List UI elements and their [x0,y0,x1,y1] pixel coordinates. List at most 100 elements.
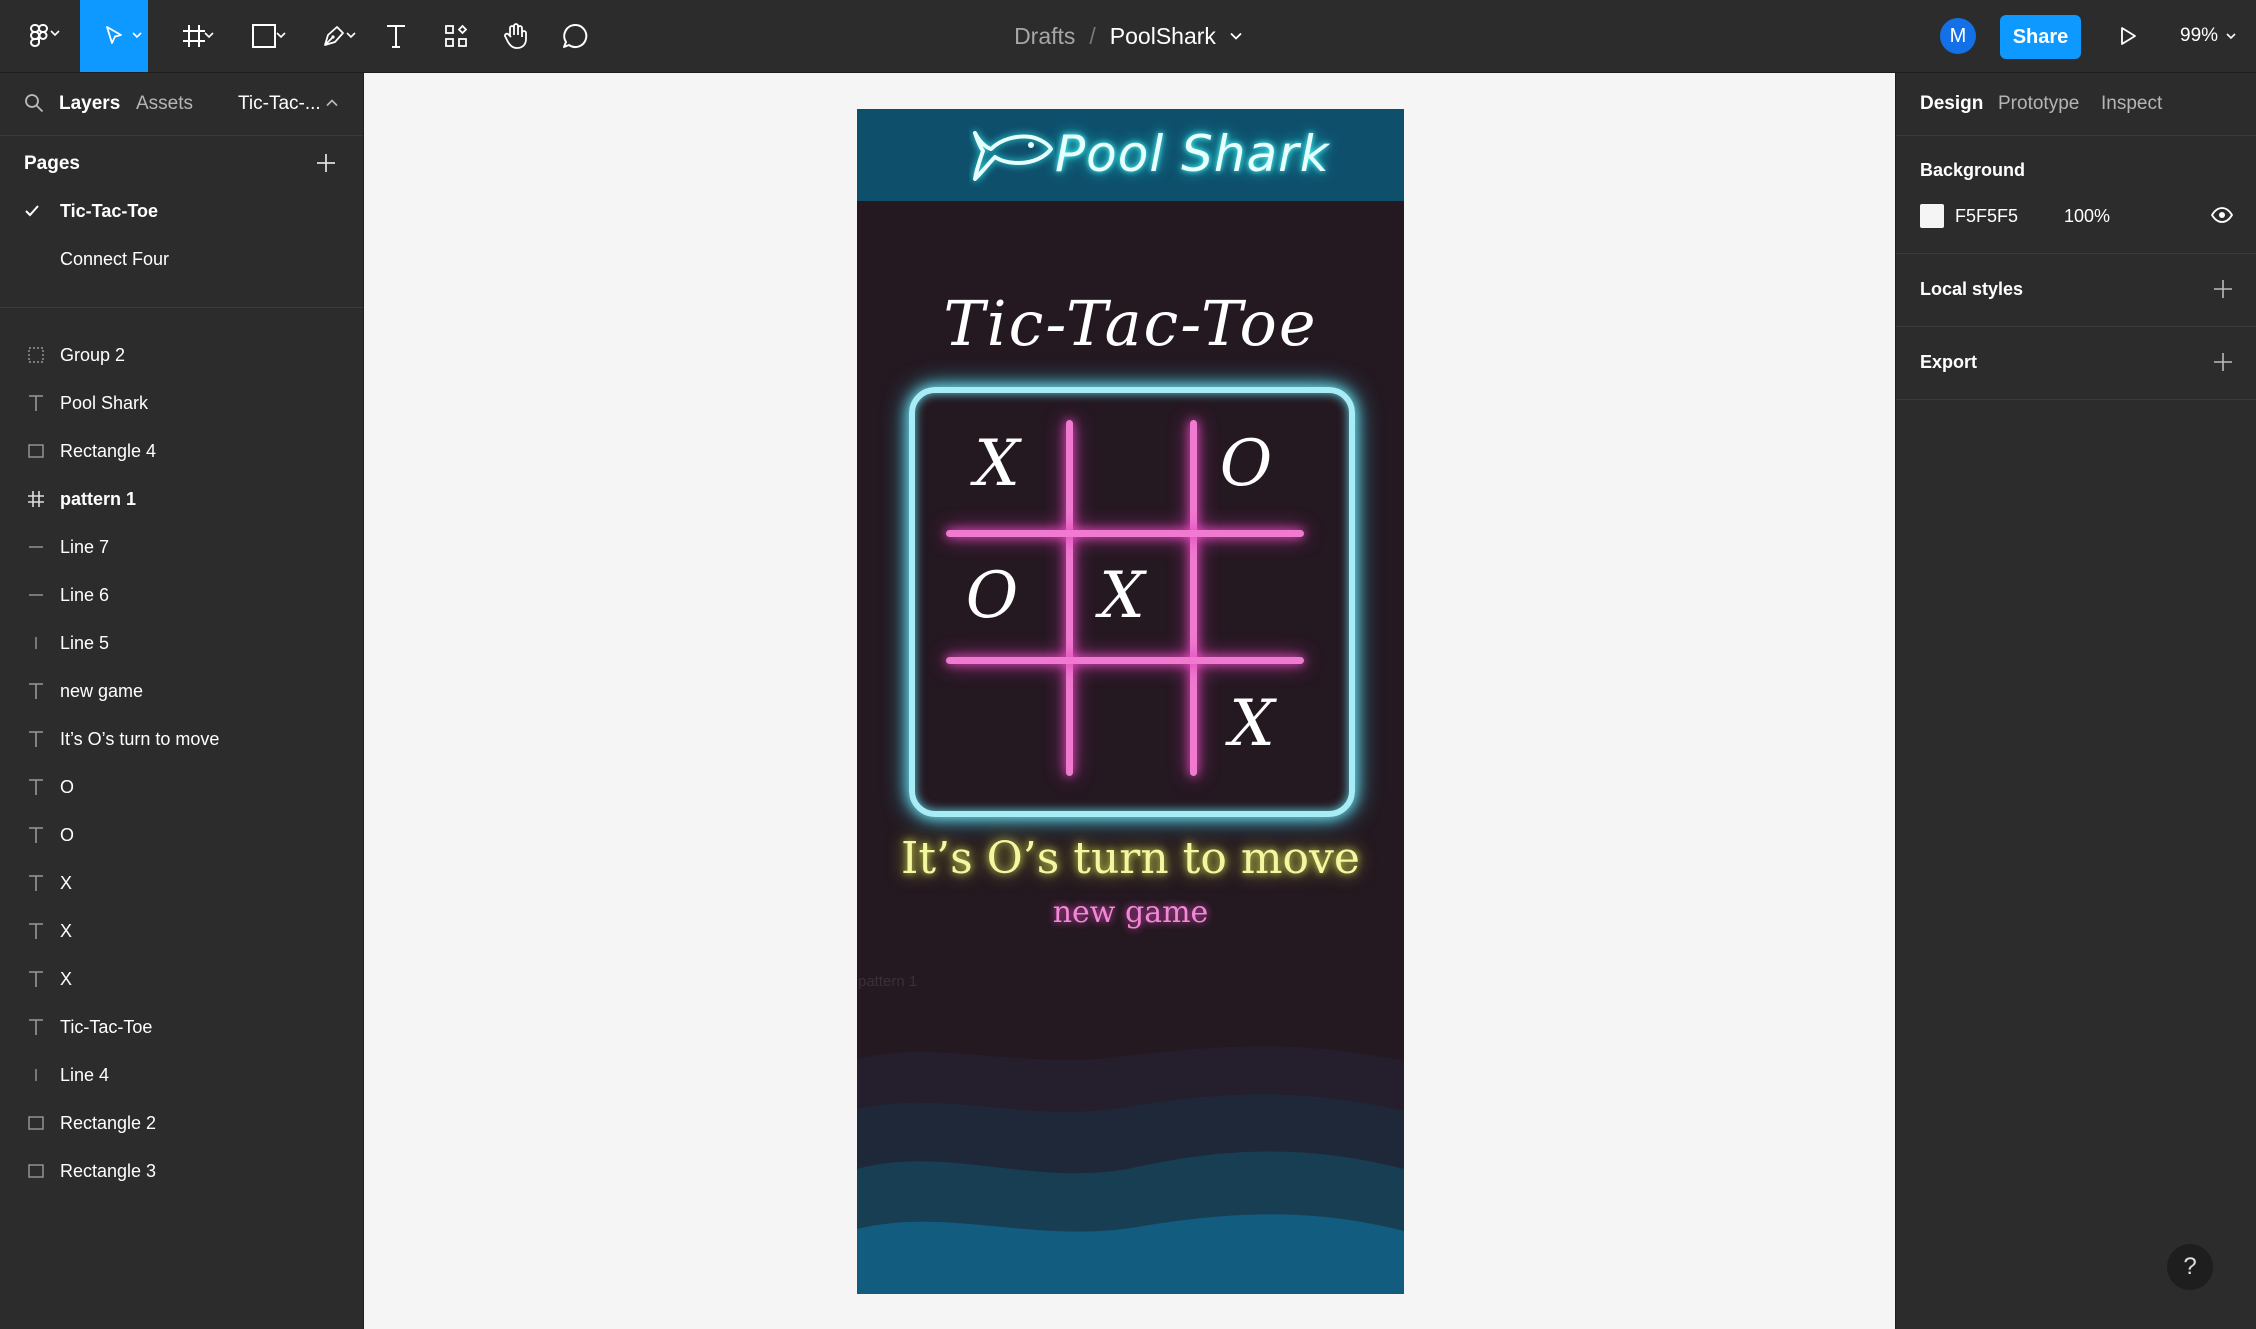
layer-row[interactable]: Group 2 [0,331,363,379]
breadcrumb-drafts[interactable]: Drafts [1014,23,1075,50]
layer-row[interactable]: Line 4 [0,1051,363,1099]
layer-label: Group 2 [60,344,126,365]
main-menu-button[interactable] [14,0,64,72]
pattern-label: pattern 1 [858,973,918,990]
page-item-connect-four[interactable]: Connect Four [0,235,363,283]
text-icon [24,871,48,895]
tab-prototype[interactable]: Prototype [1998,93,2079,115]
tab-layers[interactable]: Layers [59,93,120,115]
file-name[interactable]: PoolShark [1110,23,1216,50]
text-tool-button[interactable] [376,0,416,72]
share-button[interactable]: Share [2000,15,2081,59]
search-icon[interactable] [24,93,44,113]
move-tool-button[interactable] [80,0,148,72]
pen-tool-button[interactable] [306,0,362,72]
wave-pattern [857,1046,1404,1294]
layer-row[interactable]: O [0,763,363,811]
layer-row[interactable]: It’s O’s turn to move [0,715,363,763]
layer-row[interactable]: Line 7 [0,523,363,571]
frame-header: Pool Shark [857,109,1404,201]
avatar[interactable]: M [1940,18,1976,54]
layer-label: O [60,824,75,845]
tab-design[interactable]: Design [1920,93,1983,115]
turn-status: It’s O’s turn to move [901,833,1360,884]
text-icon [24,823,48,847]
text-icon [24,679,48,703]
background-title: Background [1920,160,2026,180]
layer-label: Line 5 [60,632,110,653]
layer-label: Pool Shark [60,392,149,413]
chevron-down-icon [132,32,142,39]
pages-title: Pages [24,153,80,174]
breadcrumb-separator: / [1089,22,1096,49]
page-item-tic-tac-toe[interactable]: Tic-Tac-Toe [0,187,363,235]
layer-row[interactable]: X [0,907,363,955]
chevron-down-icon[interactable] [1230,32,1242,40]
chevron-down-icon [204,32,214,39]
left-panel-tabs: Layers Assets Tic-Tac-... [0,73,363,136]
layer-row[interactable]: new game [0,667,363,715]
figma-menu-icon [29,24,48,47]
layer-row[interactable]: Tic-Tac-Toe [0,1003,363,1051]
layer-row[interactable]: Rectangle 3 [0,1147,363,1195]
layers-panel: Layers Assets Tic-Tac-... Pages Tic-Tac-… [0,73,364,1329]
grid-line-vertical-1 [1066,420,1073,776]
layer-row[interactable]: Rectangle 4 [0,427,363,475]
cell-2-1[interactable]: O [947,561,1037,631]
text-icon [24,727,48,751]
layer-label: O [60,776,75,797]
add-export-icon[interactable] [2213,352,2233,372]
background-opacity-input[interactable]: 100% [2064,206,2110,227]
tic-tac-toe-frame[interactable]: Pool Shark Tic-Tac-Toe X O O X X It’s O’… [857,109,1404,1294]
page-label: Tic-Tac-Toe [60,200,159,221]
grid-line-vertical-2 [1190,420,1197,776]
zoom-dropdown[interactable]: 99% [2180,0,2236,72]
export-title: Export [1920,352,1978,372]
chevron-down-icon [2226,33,2236,40]
components-button[interactable] [436,0,476,72]
layer-label: Rectangle 2 [60,1112,157,1133]
add-style-icon[interactable] [2213,279,2233,299]
cell-1-3[interactable]: O [1201,429,1291,499]
brand-title: Pool Shark [1055,125,1330,183]
chevron-up-icon[interactable] [326,99,338,107]
comment-tool-button[interactable] [555,0,595,72]
layer-label: Line 6 [60,584,110,605]
layer-label: Rectangle 4 [60,440,157,461]
frame-tool-button[interactable] [166,0,222,72]
vertical-line-icon [24,1063,48,1087]
background-section: Background F5F5F5 100% [1896,136,2256,254]
background-hex-input[interactable]: F5F5F5 [1955,206,2018,227]
tab-assets[interactable]: Assets [136,93,193,115]
layer-row[interactable]: X [0,859,363,907]
layer-row[interactable]: Line 5 [0,619,363,667]
text-tool-icon [387,25,405,48]
layer-row[interactable]: Line 6 [0,571,363,619]
shape-tool-button[interactable] [236,0,292,72]
layer-label: pattern 1 [60,488,137,509]
rectangle-icon [24,439,48,463]
tab-inspect[interactable]: Inspect [2101,93,2162,115]
rectangle-icon [24,1111,48,1135]
layer-row[interactable]: Rectangle 2 [0,1099,363,1147]
cell-2-2[interactable]: X [1077,561,1167,631]
divider [0,307,363,308]
add-page-icon[interactable] [315,152,337,174]
layer-row[interactable]: Pool Shark [0,379,363,427]
help-button[interactable]: ? [2167,1244,2213,1290]
pen-tool-icon [324,26,344,46]
background-color-swatch[interactable] [1920,204,1944,228]
components-icon [445,24,468,47]
present-button[interactable] [2108,0,2148,72]
layer-row[interactable]: O [0,811,363,859]
new-game-button[interactable]: new game [857,895,1404,930]
hand-tool-button[interactable] [496,0,536,72]
layer-label: Rectangle 3 [60,1160,157,1181]
cell-1-1[interactable]: X [952,429,1042,499]
game-title: Tic-Tac-Toe [943,287,1318,360]
current-page-selector[interactable]: Tic-Tac-... [238,93,321,115]
layer-row[interactable]: pattern 1 [0,475,363,523]
layer-row[interactable]: X [0,955,363,1003]
eye-icon[interactable] [2210,206,2234,224]
cell-3-3[interactable]: X [1207,689,1297,759]
